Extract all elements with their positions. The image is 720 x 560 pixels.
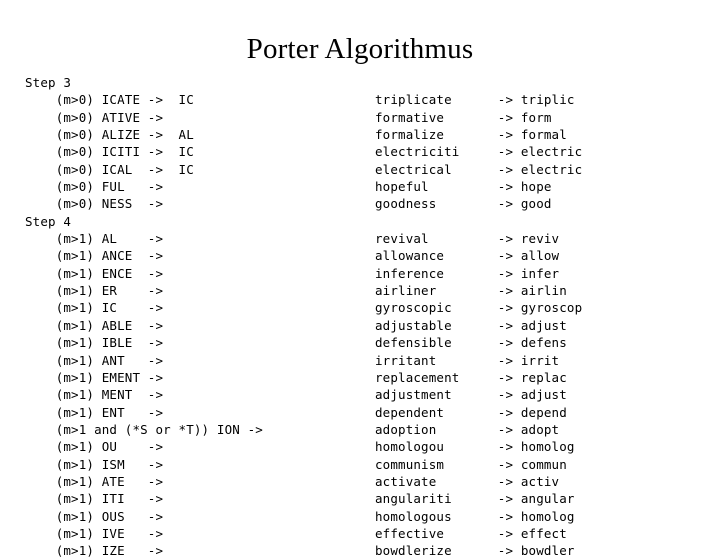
- example-text: triplicate -> triplic: [375, 92, 575, 108]
- rule-text: (m>1) ER ->: [25, 283, 164, 299]
- example-text: homologous -> homolog: [375, 508, 575, 524]
- example-text: airliner -> airlin: [375, 283, 567, 299]
- rule-text: (m>0) ALIZE -> AL: [25, 127, 194, 143]
- rule-text: (m>1) ITI ->: [25, 491, 164, 507]
- rule-text: (m>0) ICAL -> IC: [25, 161, 194, 177]
- rule-text: (m>1) ANCE ->: [25, 248, 164, 264]
- rule-row: (m>1) OU -> homologou -> homolog: [25, 438, 715, 455]
- rule-text: (m>1) ATE ->: [25, 473, 164, 489]
- rule-row: (m>0) ALIZE -> AL formalize -> formal: [25, 126, 715, 143]
- example-text: formative -> form: [375, 109, 552, 125]
- example-text: goodness -> good: [375, 196, 552, 212]
- rule-text: (m>1) MENT ->: [25, 387, 164, 403]
- step-heading: Step 3: [25, 75, 72, 90]
- example-text: defensible -> defens: [375, 335, 567, 351]
- rule-row: (m>1) EMENT -> replacement -> replac: [25, 369, 715, 386]
- rule-text: (m>1) ENCE ->: [25, 265, 164, 281]
- rule-row: (m>0) ICITI -> IC electriciti -> electric: [25, 143, 715, 160]
- rule-text: (m>1 and (*S or *T)) ION ->: [25, 421, 263, 437]
- rule-text: (m>1) ANT ->: [25, 352, 164, 368]
- rule-row: (m>1) ER -> airliner -> airlin: [25, 282, 715, 299]
- example-text: communism -> commun: [375, 456, 567, 472]
- rule-text: (m>1) OU ->: [25, 439, 164, 455]
- rule-row: (m>0) ATIVE -> formative -> form: [25, 109, 715, 126]
- example-text: electrical -> electric: [375, 161, 583, 177]
- rule-row: (m>1) ANCE -> allowance -> allow: [25, 247, 715, 264]
- example-text: gyroscopic -> gyroscop: [375, 300, 583, 316]
- rule-row: (m>1) ISM -> communism -> commun: [25, 456, 715, 473]
- rule-text: (m>1) ENT ->: [25, 404, 164, 420]
- porter-rules-content: Step 3 (m>0) ICATE -> IC triplicate -> tr…: [25, 74, 715, 560]
- rule-row: (m>1) ENT -> dependent -> depend: [25, 404, 715, 421]
- rule-row: (m>0) NESS -> goodness -> good: [25, 195, 715, 212]
- example-text: formalize -> formal: [375, 127, 567, 143]
- slide-canvas: Porter Algorithmus Step 3 (m>0) ICATE ->…: [0, 0, 720, 558]
- rule-row: (m>1) ABLE -> adjustable -> adjust: [25, 317, 715, 334]
- example-text: adoption -> adopt: [375, 421, 560, 437]
- rule-row: (m>1 and (*S or *T)) ION -> adoption -> a…: [25, 421, 715, 438]
- rule-row: (m>1) ENCE -> inference -> infer: [25, 265, 715, 282]
- example-text: allowance -> allow: [375, 248, 560, 264]
- rule-text: (m>0) NESS ->: [25, 196, 164, 212]
- rule-text: (m>1) ISM ->: [25, 456, 164, 472]
- example-text: adjustable -> adjust: [375, 317, 567, 333]
- example-text: homologou -> homolog: [375, 439, 575, 455]
- page-title: Porter Algorithmus: [246, 33, 474, 65]
- example-text: revival -> reviv: [375, 231, 560, 247]
- rule-row: (m>1) ATE -> activate -> activ: [25, 473, 715, 490]
- example-text: electriciti -> electric: [375, 144, 583, 160]
- rule-text: (m>0) ICATE -> IC: [25, 92, 194, 108]
- example-text: activate -> activ: [375, 473, 560, 489]
- rule-text: (m>1) AL ->: [25, 231, 164, 247]
- rule-row: (m>1) ANT -> irritant -> irrit: [25, 352, 715, 369]
- rule-text: (m>0) ICITI -> IC: [25, 144, 194, 160]
- rule-row: (m>1) IZE -> bowdlerize -> bowdler: [25, 542, 715, 559]
- rule-text: (m>1) OUS ->: [25, 508, 164, 524]
- rule-row: (m>1) IC -> gyroscopic -> gyroscop: [25, 299, 715, 316]
- rule-row: (m>1) ITI -> angulariti -> angular: [25, 490, 715, 507]
- step-heading: Step 4: [25, 213, 72, 229]
- example-text: irritant -> irrit: [375, 352, 560, 368]
- rule-row: (m>1) OUS -> homologous -> homolog: [25, 508, 715, 525]
- example-text: inference -> infer: [375, 265, 560, 281]
- rule-text: (m>1) EMENT ->: [25, 369, 164, 385]
- rule-row: (m>0) ICAL -> IC electrical -> electric: [25, 161, 715, 178]
- rule-row: (m>1) MENT -> adjustment -> adjust: [25, 386, 715, 403]
- example-text: hopeful -> hope: [375, 179, 552, 195]
- example-text: angulariti -> angular: [375, 491, 575, 507]
- example-text: replacement -> replac: [375, 369, 567, 385]
- rule-text: (m>1) IBLE ->: [25, 335, 164, 351]
- rule-row: (m>0) FUL -> hopeful -> hope: [25, 178, 715, 195]
- rule-row: (m>1) AL -> revival -> reviv: [25, 230, 715, 247]
- example-text: dependent -> depend: [375, 404, 567, 420]
- rule-row: (m>0) ICATE -> IC triplicate -> triplic: [25, 91, 715, 108]
- example-text: bowdlerize -> bowdler: [375, 543, 575, 559]
- rule-text: (m>1) IC ->: [25, 300, 164, 316]
- rule-text: (m>1) IZE ->: [25, 543, 164, 559]
- example-text: adjustment -> adjust: [375, 387, 567, 403]
- rule-text: (m>0) FUL ->: [25, 179, 164, 195]
- rule-row: (m>1) IBLE -> defensible -> defens: [25, 334, 715, 351]
- rule-text: (m>0) ATIVE ->: [25, 109, 164, 125]
- rule-text: (m>1) ABLE ->: [25, 317, 164, 333]
